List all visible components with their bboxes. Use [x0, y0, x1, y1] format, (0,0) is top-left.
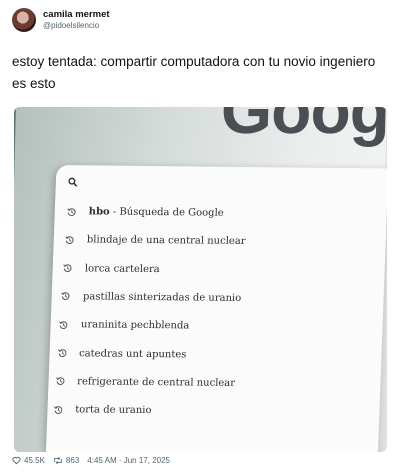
like-count: 45.5K: [24, 456, 45, 465]
history-icon: [65, 236, 74, 244]
retweet-icon: [54, 456, 62, 465]
history-icon: [55, 377, 64, 386]
tweet-stats: 45.5K 863 4:45 AM · Jun 17, 2025: [12, 456, 178, 465]
suggestion-rest: - Búsqueda de Google: [109, 206, 224, 219]
history-icon: [61, 292, 70, 301]
tweet-photo[interactable]: Google hbo - Búsqueda de Google blindaje …: [14, 107, 387, 452]
author-names: camila mermet @pidoelsilencio: [43, 9, 110, 31]
timestamp-text: 4:45 AM · Jun 17, 2025: [87, 456, 170, 465]
suggestion-list: hbo - Búsqueda de Google blindaje de una …: [53, 165, 387, 416]
history-icon: [67, 207, 76, 216]
history-icon: [57, 349, 66, 357]
suggestion-text: blindaje de una central nuclear: [87, 235, 246, 248]
suggestion-item[interactable]: refrigerante de central nuclear: [55, 376, 235, 389]
suggestion-bold: hbo: [88, 206, 110, 218]
suggestion-text: refrigerante de central nuclear: [77, 376, 235, 389]
suggestion-rest: lorca cartelera: [84, 262, 160, 275]
avatar[interactable]: [12, 8, 36, 32]
like-stat[interactable]: 45.5K: [12, 456, 45, 465]
suggestion-rest: refrigerante de central nuclear: [76, 376, 236, 389]
suggestion-text: catedras unt apuntes: [79, 348, 187, 360]
retweet-stat[interactable]: 863: [53, 456, 79, 465]
timestamp[interactable]: 4:45 AM · Jun 17, 2025: [87, 456, 170, 465]
suggestion-rest: pastillas sinterizadas de uranio: [82, 291, 242, 304]
search-suggestions-box: hbo - Búsqueda de Google blindaje de una …: [45, 165, 387, 452]
suggestion-item[interactable]: pastillas sinterizadas de uranio: [61, 291, 242, 304]
history-icon: [63, 264, 72, 273]
suggestion-item[interactable]: lorca cartelera: [63, 263, 160, 275]
tweet-text: estoy tentada: compartir computadora con…: [12, 54, 376, 91]
google-logo: Google: [219, 107, 387, 147]
history-icon: [59, 320, 68, 329]
suggestion-text: hbo - Búsqueda de Google: [89, 206, 224, 218]
suggestion-rest: torta de uranio: [74, 404, 152, 417]
retweet-count: 863: [65, 456, 80, 465]
search-icon: [68, 177, 78, 187]
suggestion-item[interactable]: torta de uranio: [53, 404, 152, 416]
suggestion-text: lorca cartelera: [85, 263, 160, 275]
suggestion-item[interactable]: catedras unt apuntes: [57, 348, 187, 360]
suggestion-item[interactable]: blindaje de una central nuclear: [65, 234, 246, 247]
suggestion-item[interactable]: hbo - Búsqueda de Google: [67, 206, 224, 219]
suggestion-rest: catedras unt apuntes: [78, 347, 187, 360]
handle[interactable]: @pidoelsilencio: [43, 20, 110, 31]
tweet-header: camila mermet @pidoelsilencio: [12, 8, 110, 32]
suggestion-rest: uraninita pechblenda: [80, 319, 190, 332]
suggestion-text: pastillas sinterizadas de uranio: [83, 291, 242, 304]
monitor-screen: Google hbo - Búsqueda de Google blindaje …: [14, 107, 387, 452]
history-icon: [53, 405, 63, 414]
suggestion-text: torta de uranio: [75, 404, 152, 416]
heart-icon: [12, 456, 21, 465]
suggestion-text: uraninita pechblenda: [81, 319, 190, 331]
display-name[interactable]: camila mermet: [43, 9, 110, 20]
suggestion-rest: blindaje de una central nuclear: [86, 234, 246, 248]
suggestion-item[interactable]: uraninita pechblenda: [59, 319, 190, 332]
